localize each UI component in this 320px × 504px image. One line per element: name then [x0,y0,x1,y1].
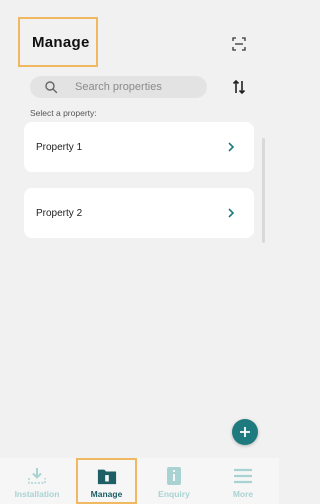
page-title-container: Manage [18,17,98,67]
search-bar[interactable] [30,76,207,98]
add-property-button[interactable] [232,419,258,445]
folder-icon [97,466,117,486]
manage-screen: Manage Select a property: Property 1 Pro… [0,0,279,504]
sort-icon [232,79,246,95]
nav-item-manage[interactable]: Manage [76,458,137,504]
list-scrollbar[interactable] [262,138,265,243]
property-name: Property 1 [36,141,83,153]
nav-label: Enquiry [158,489,190,499]
scan-button[interactable] [231,36,247,52]
info-icon [164,466,184,486]
nav-item-more[interactable]: More [213,458,273,504]
scan-icon [232,37,246,51]
sort-button[interactable] [230,78,248,96]
chevron-right-icon [226,142,236,152]
property-name: Property 2 [36,207,83,219]
nav-label: Manage [90,489,123,499]
nav-label: Installation [14,489,60,499]
download-icon [27,466,47,486]
property-card[interactable]: Property 1 [24,122,254,172]
chevron-right-icon [226,208,236,218]
plus-icon [240,427,250,437]
page-title: Manage [32,33,90,51]
nav-item-installation[interactable]: Installation [7,458,67,504]
select-property-label: Select a property: [30,108,97,118]
menu-icon [233,466,253,486]
search-icon [45,81,58,94]
nav-item-enquiry[interactable]: Enquiry [144,458,204,504]
property-card[interactable]: Property 2 [24,188,254,238]
search-input[interactable] [75,81,195,93]
bottom-navigation: Installation Manage Enquiry More [0,458,279,504]
nav-label: More [232,489,254,499]
